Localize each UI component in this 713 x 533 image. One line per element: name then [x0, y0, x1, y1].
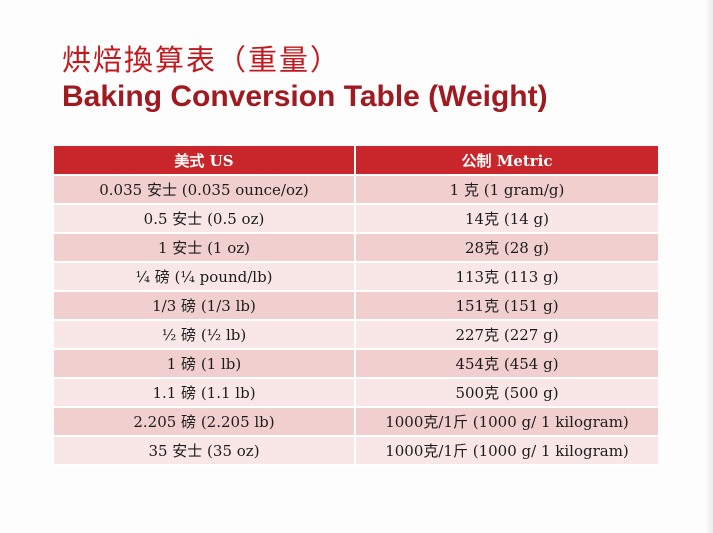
- us-cell: ½ 磅 (½ lb): [54, 320, 356, 350]
- metric-cell: 1000克/1斤 (1000 g/ 1 kilogram): [355, 436, 658, 466]
- us-cell: 0.5 安士 (0.5 oz): [54, 204, 356, 234]
- metric-cell: 500克 (500 g): [355, 378, 658, 408]
- page-title-english: Baking Conversion Table (Weight): [62, 80, 548, 113]
- metric-cell: 227克 (227 g): [355, 320, 658, 350]
- us-cell: 1.1 磅 (1.1 lb): [54, 378, 356, 408]
- us-cell: 2.205 磅 (2.205 lb): [54, 407, 356, 437]
- metric-cell: 113克 (113 g): [355, 262, 658, 292]
- conversion-table: 美式 US 公制 Metric 0.035 安士 (0.035 ounce/oz…: [54, 146, 658, 466]
- table-row: 0.5 安士 (0.5 oz) 14克 (14 g): [54, 204, 658, 234]
- slide: 烘焙換算表（重量） Baking Conversion Table (Weigh…: [0, 0, 713, 533]
- us-cell: 1 磅 (1 lb): [54, 349, 356, 379]
- table-row: 0.035 安士 (0.035 ounce/oz) 1 克 (1 gram/g): [54, 175, 658, 205]
- column-header-metric: 公制 Metric: [355, 146, 658, 176]
- us-cell: ¼ 磅 (¼ pound/lb): [54, 262, 356, 292]
- page-title-chinese: 烘焙換算表（重量）: [62, 43, 342, 77]
- table-row: 2.205 磅 (2.205 lb) 1000克/1斤 (1000 g/ 1 k…: [54, 407, 658, 437]
- metric-cell: 1000克/1斤 (1000 g/ 1 kilogram): [355, 407, 658, 437]
- table-row: 1/3 磅 (1/3 lb) 151克 (151 g): [54, 291, 658, 321]
- table-row: ¼ 磅 (¼ pound/lb) 113克 (113 g): [54, 262, 658, 292]
- metric-cell: 151克 (151 g): [355, 291, 658, 321]
- column-header-us: 美式 US: [54, 146, 356, 176]
- table-row: 1 安士 (1 oz) 28克 (28 g): [54, 233, 658, 263]
- table-row: 1 磅 (1 lb) 454克 (454 g): [54, 349, 658, 379]
- slide-edge-shadow: [705, 0, 713, 533]
- metric-cell: 14克 (14 g): [355, 204, 658, 234]
- us-cell: 35 安士 (35 oz): [54, 436, 356, 466]
- table-row: 1.1 磅 (1.1 lb) 500克 (500 g): [54, 378, 658, 408]
- us-cell: 1/3 磅 (1/3 lb): [54, 291, 356, 321]
- table-header-row: 美式 US 公制 Metric: [54, 146, 658, 176]
- us-cell: 0.035 安士 (0.035 ounce/oz): [54, 175, 356, 205]
- metric-cell: 28克 (28 g): [355, 233, 658, 263]
- metric-cell: 454克 (454 g): [355, 349, 658, 379]
- table-row: 35 安士 (35 oz) 1000克/1斤 (1000 g/ 1 kilogr…: [54, 436, 658, 466]
- us-cell: 1 安士 (1 oz): [54, 233, 356, 263]
- metric-cell: 1 克 (1 gram/g): [355, 175, 658, 205]
- table-row: ½ 磅 (½ lb) 227克 (227 g): [54, 320, 658, 350]
